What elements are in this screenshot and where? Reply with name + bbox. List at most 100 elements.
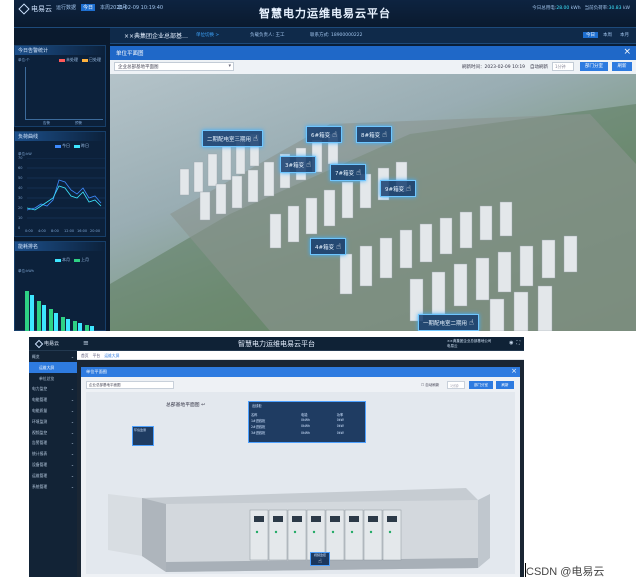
curve-y-tick: 60	[18, 166, 23, 170]
tag-switchroom-1[interactable]: 一期配电室二期用 ☝	[418, 314, 479, 331]
sidebar-item[interactable]: 电能质量 ⌄	[29, 405, 77, 416]
sidebar-item-label: 单位总览	[39, 375, 55, 381]
chevron-down-icon: ⌄	[70, 397, 74, 403]
sidebar-item-label: 统计报表	[32, 451, 48, 457]
legend-unhandled-text: 未处理	[66, 57, 78, 62]
bottom-floorplan-select[interactable]: 企业总部基地平面图	[86, 381, 174, 389]
stat-energy-unit: kWh	[570, 6, 581, 11]
avatar[interactable]: ◉	[509, 340, 513, 346]
sidebar-item[interactable]: 设备管理 ⌄	[29, 459, 77, 470]
sidebar-item[interactable]: 概览 ⌄	[29, 351, 77, 362]
dept-room-button[interactable]: 部门分室	[580, 62, 608, 71]
sidebar-item-label: 运维大屏	[39, 364, 55, 370]
breadcrumb-platform[interactable]: 平台	[93, 353, 101, 358]
bottom-interval-input[interactable]: 1分钟	[447, 381, 465, 389]
tag-box-3[interactable]: 3#箱变 ☝	[280, 156, 316, 173]
panel-rank-body: 本月 上月 单位:kWh	[15, 251, 105, 331]
video-monitor-button[interactable]: 视频监控 ☝	[310, 552, 330, 566]
refresh-button[interactable]: 刷新	[612, 62, 632, 71]
bottom-header: 电易云 ≡ 智慧电力运维电易云平台 ××典集团企业总部基地公司 电易云 ◉ ⛶	[29, 337, 524, 351]
sidebar-item[interactable]: 电能管理 ⌄	[29, 394, 77, 405]
campus-illustration	[110, 104, 636, 331]
chevron-down-icon: ⌄	[70, 472, 74, 478]
rank-bars	[25, 291, 94, 331]
top-stats: 今日总用电:28.00 kWh 当前负荷率:30.83 kW	[532, 5, 630, 11]
curve-y-tick: 50	[18, 176, 23, 180]
panel-curve-body: 今日 昨日 单位:kW 70 60 50 40 30 20 10 0 0:00 4:00 8:00…	[15, 141, 105, 237]
alarm-y-axis	[25, 67, 26, 119]
sidebar-item-label: 视频监控	[32, 429, 48, 435]
env-monitor-card[interactable]: 环境监测	[132, 426, 154, 446]
sidebar-item[interactable]: 系统管理 ⌄	[29, 481, 77, 492]
tag-box-7[interactable]: 7#箱变 ☝	[330, 164, 366, 181]
chevron-down-icon: ⌄	[70, 461, 74, 467]
curve-y-tick: 70	[18, 156, 23, 160]
sidebar: 概览 ⌄ 运维大屏 单位总览 电力监控 ⌄ 电能管理 ⌄ 电能质量 ⌄ 环境监测 ⌄ 视频监控 ⌄ 告警管理…	[29, 351, 77, 577]
sidebar-item-label: 运维管理	[32, 472, 48, 478]
sidebar-item[interactable]: 单位总览	[29, 373, 77, 384]
breadcrumb-current[interactable]: 运维大屏	[104, 353, 119, 358]
sidebar-item[interactable]: 电力监控 ⌄	[29, 383, 77, 394]
panel-curve-title: 负荷曲线	[15, 132, 105, 141]
stat-load-label: 当前负荷率:	[584, 6, 609, 11]
panel-load-curve: 负荷曲线 今日 昨日 单位:kW 706050403020100	[14, 131, 106, 237]
refresh-time: 刷新时间：2023-02-09 10:19	[462, 65, 526, 70]
hand-pointer-icon: ☝	[253, 134, 258, 143]
tag-box-6[interactable]: 6#箱变 ☝	[306, 126, 342, 143]
sidebar-item[interactable]: 告警管理 ⌄	[29, 437, 77, 448]
tag-box-9[interactable]: 9#箱变 ☝	[380, 180, 416, 197]
bottom-dept-button[interactable]: 部门分室	[469, 381, 493, 389]
cabinet-info-title: 出线柜	[252, 404, 262, 408]
auto-refresh-checkbox[interactable]: ☐ 自动刷新	[421, 383, 439, 388]
sidebar-item-label: 概览	[32, 354, 40, 359]
chevron-down-icon: ⌄	[70, 440, 74, 446]
tag-box-4[interactable]: 4#箱变 ☝	[310, 238, 346, 255]
curve-x-tick: 0:00	[25, 229, 33, 233]
top-header: 电易云 运行数据 今日 本周 本月 2023-02-09 10:19:40 智慧…	[14, 0, 636, 28]
sidebar-item[interactable]: 统计报表 ⌄	[29, 448, 77, 459]
sidebar-item-label: 电能质量	[32, 407, 48, 413]
rank-legend: 本月 上月	[55, 257, 89, 263]
close-icon[interactable]: ×	[623, 47, 631, 57]
hand-pointer-icon: ☝	[318, 558, 322, 565]
hand-pointer-icon: ☝	[406, 184, 411, 193]
tag-switchroom-2[interactable]: 二期配电室三期用 ☝	[202, 130, 263, 147]
tag-label: 一期配电室二期用	[423, 320, 468, 327]
tag-label: 7#箱变	[335, 170, 355, 177]
unit-modal-header: ××典集团企业总部基… 单位切换 > 负载负责人: 王工 联系方式: 18900…	[110, 28, 636, 44]
sidebar-item[interactable]: 视频监控 ⌄	[29, 427, 77, 438]
floorplan-dialog-title: 单位平面图	[116, 51, 144, 57]
tab-month[interactable]: 本月	[617, 32, 632, 38]
sidebar-item[interactable]: 运维大屏	[29, 361, 77, 373]
tab-week[interactable]: 本周	[600, 32, 615, 38]
chevron-down-icon: ⌄	[70, 386, 74, 392]
tag-box-8[interactable]: 8#箱变 ☝	[356, 126, 392, 143]
header-icons: ◉ ⛶	[509, 340, 520, 346]
legend-today-text: 今日	[62, 143, 70, 148]
close-icon[interactable]: ×	[511, 367, 517, 375]
stat-energy: 今日总用电:28.00 kWh	[532, 5, 580, 11]
sidebar-item[interactable]: 运维管理 ⌄	[29, 470, 77, 481]
curve-x-tick: 20:00	[90, 229, 101, 233]
campus-3d-view: 二期配电室三期用 ☝ 6#箱变 ☝ 8#箱变 ☝ 3#箱变 ☝ 7#箱变 ☝ 9#箱变 ☝ …	[110, 74, 636, 331]
floorplan-select[interactable]: 企业总部基地平面图	[114, 62, 234, 71]
org-name: ××典集团企业总部基…	[124, 33, 189, 40]
switch-unit-link[interactable]: 单位切换 >	[196, 32, 219, 38]
curve-svg	[27, 158, 105, 219]
stat-load-value: 30.83	[608, 6, 622, 11]
panel-alarm-body: 未处理 已处理 单位:个 告警 预警	[15, 55, 105, 127]
person-info: 负载负责人: 王工	[250, 32, 284, 38]
fullscreen-icon[interactable]: ⛶	[516, 340, 520, 346]
alarm-x-label-1: 告警	[43, 121, 50, 125]
breadcrumb-home[interactable]: 首页	[81, 353, 89, 358]
stat-load: 当前负荷率:30.83 kW	[585, 5, 630, 11]
phone-info: 联系方式: 18900000222	[310, 32, 362, 38]
hand-pointer-icon: ☝	[306, 160, 311, 169]
bottom-refresh-button[interactable]: 刷新	[496, 381, 514, 389]
tab-today[interactable]: 今日	[583, 32, 598, 38]
hand-pointer-icon: ☝	[332, 130, 337, 139]
alarm-legend: 未处理 已处理	[59, 57, 101, 63]
breadcrumb: 首页 平台 运维大屏	[77, 351, 524, 360]
interval-select[interactable]: 1分钟	[552, 62, 574, 71]
sidebar-item[interactable]: 环境监测 ⌄	[29, 416, 77, 427]
